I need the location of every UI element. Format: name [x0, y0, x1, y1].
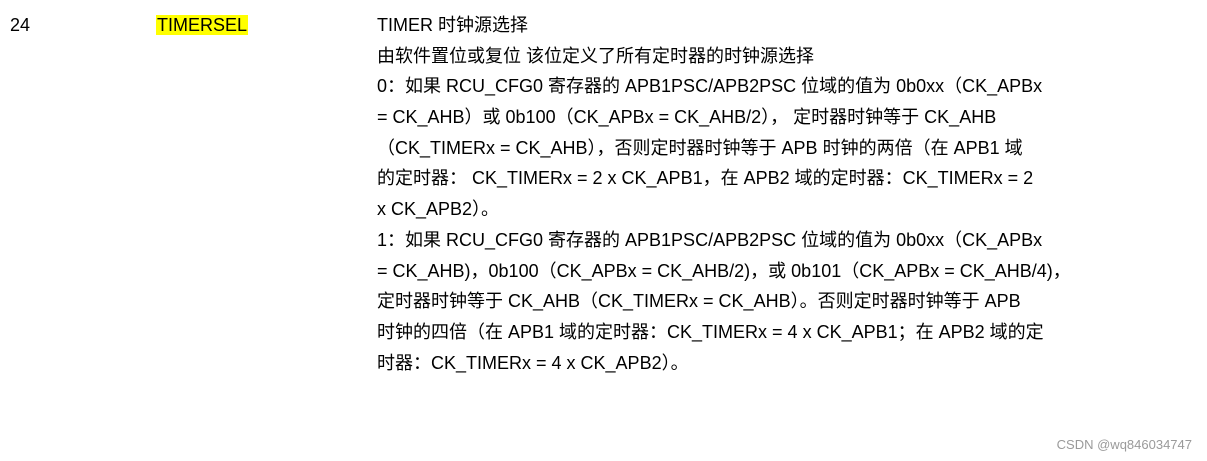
bit-number: 24 — [10, 15, 31, 35]
description-line: 时器：CK_TIMERx = 4 x CK_APB2）。 — [377, 352, 689, 373]
description-line: TIMER 时钟源选择 — [377, 15, 528, 35]
description-line: 由软件置位或复位 该位定义了所有定时器的时钟源选择 — [377, 45, 814, 66]
description-line: 1：如果 RCU_CFG0 寄存器的 APB1PSC/APB2PSC 位域的值为… — [377, 229, 1043, 250]
field-name: TIMERSEL — [156, 10, 249, 40]
description-line: = CK_AHB)，0b100（CK_APBx = CK_AHB/2)，或 0b… — [377, 260, 1071, 281]
field-name-highlight: TIMERSEL — [156, 15, 249, 35]
description-line: 定时器时钟等于 CK_AHB（CK_TIMERx = CK_AHB）。否则定时器… — [377, 291, 1021, 312]
description-line: = CK_AHB）或 0b100（CK_APBx = CK_AHB/2）， 定时… — [377, 107, 997, 128]
description-line: 0：如果 RCU_CFG0 寄存器的 APB1PSC/APB2PSC 位域的值为… — [377, 76, 1043, 97]
description-line: x CK_APB2）。 — [377, 199, 500, 220]
description-line: 时钟的四倍（在 APB1 域的定时器：CK_TIMERx = 4 x CK_AP… — [377, 321, 1044, 342]
watermark: CSDN @wq846034747 — [1056, 437, 1192, 452]
description-line: （CK_TIMERx = CK_AHB），否则定时器时钟等于 APB 时钟的两倍… — [377, 137, 1023, 158]
field-description: TIMER 时钟源选择由软件置位或复位 该位定义了所有定时器的时钟源选择 0：如果… — [377, 10, 1182, 378]
description-line: 的定时器： CK_TIMERx = 2 x CK_APB1，在 APB2 域的定… — [377, 168, 1034, 189]
register-field-table: 24 TIMERSEL TIMER 时钟源选择由软件置位或复位 该位定义了所有定… — [0, 0, 1207, 461]
